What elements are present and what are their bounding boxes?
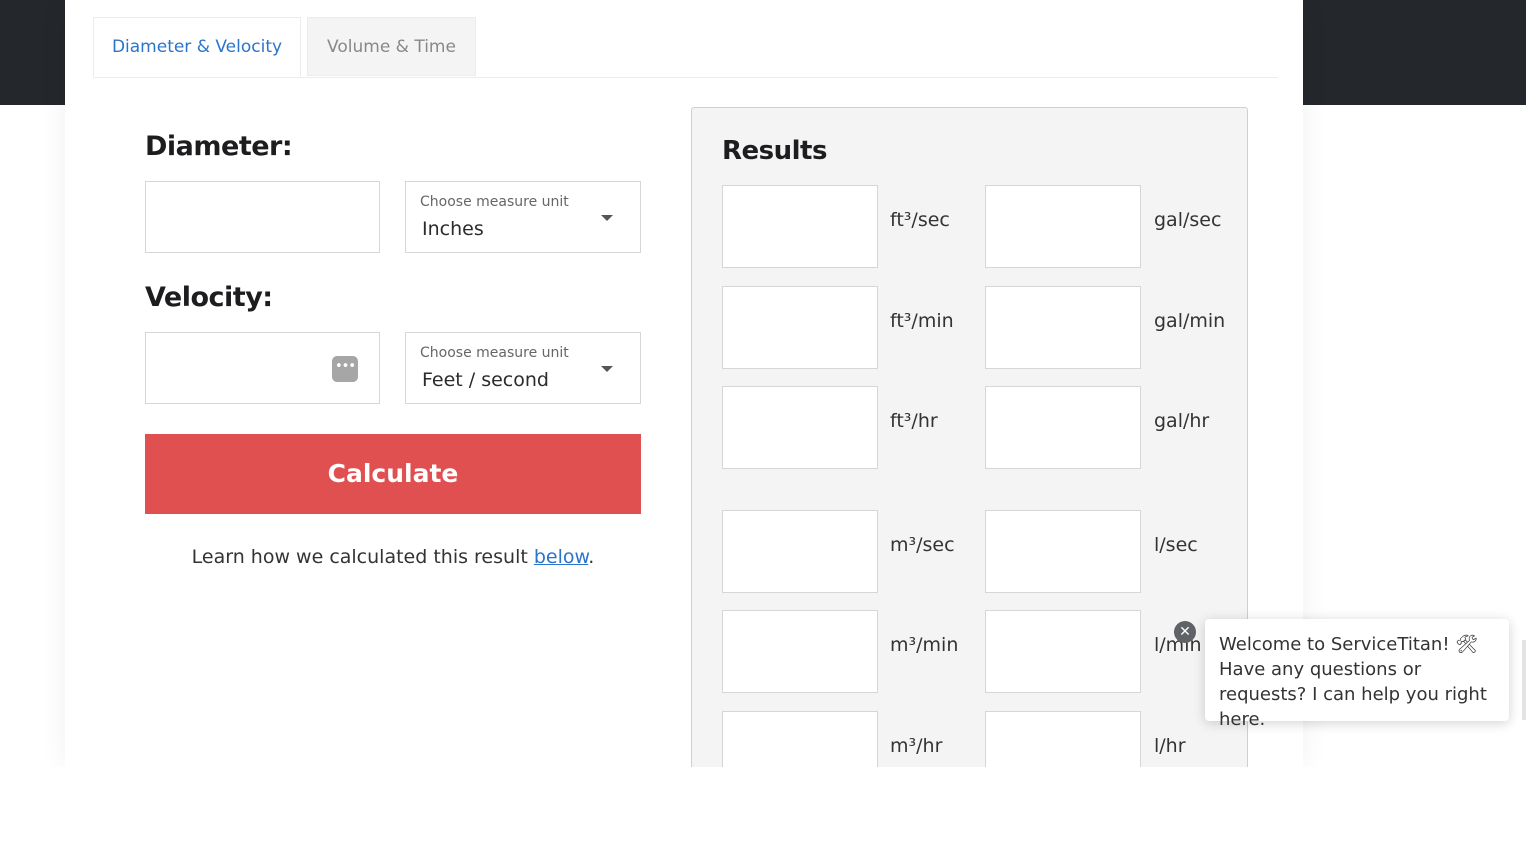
chat-launcher-edge[interactable] [1522, 640, 1526, 720]
chevron-down-icon [601, 215, 613, 221]
result-ft3-sec-field[interactable] [722, 185, 878, 268]
tab-diameter-velocity[interactable]: Diameter & Velocity [93, 17, 301, 77]
diameter-unit-value: Inches [422, 218, 484, 240]
calculator-card: Diameter & Velocity Volume & Time Diamet… [65, 0, 1303, 807]
diameter-label: Diameter: [145, 131, 293, 162]
result-m3-sec-field[interactable] [722, 510, 878, 593]
results-title: Results [722, 136, 827, 166]
unit-m3-hr: m³/hr [890, 735, 943, 757]
calculate-button[interactable]: Calculate [145, 434, 641, 514]
unit-gal-sec: gal/sec [1154, 209, 1222, 231]
tab-bar: Diameter & Velocity Volume & Time [93, 17, 1278, 78]
velocity-unit-value: Feet / second [422, 369, 549, 391]
learn-how-text: Learn how we calculated this result belo… [145, 546, 641, 568]
unit-ft3-sec: ft³/sec [890, 209, 950, 231]
unit-l-sec: l/sec [1154, 534, 1198, 556]
velocity-input[interactable]: ••• [145, 332, 380, 404]
results-panel: Results ft³/sec gal/sec ft³/min gal/min … [691, 107, 1248, 807]
chat-line-1: Welcome to ServiceTitan! 🛠 [1219, 634, 1479, 655]
diameter-unit-select[interactable]: Choose measure unit Inches [405, 181, 641, 253]
unit-m3-min: m³/min [890, 634, 959, 656]
unit-l-hr: l/hr [1154, 735, 1186, 757]
chat-welcome-bubble[interactable]: Welcome to ServiceTitan! 🛠 Have any ques… [1205, 619, 1509, 730]
result-ft3-min-field[interactable] [722, 286, 878, 369]
tab-volume-time[interactable]: Volume & Time [307, 17, 476, 76]
diameter-unit-caption: Choose measure unit [420, 194, 569, 210]
result-gal-sec-field[interactable] [985, 185, 1141, 268]
result-gal-min-field[interactable] [985, 286, 1141, 369]
learn-suffix: . [588, 546, 595, 568]
learn-prefix: Learn how we calculated this result [191, 546, 534, 568]
result-l-sec-field[interactable] [985, 510, 1141, 593]
below-link[interactable]: below [534, 546, 588, 568]
velocity-label: Velocity: [145, 282, 273, 313]
velocity-unit-caption: Choose measure unit [420, 345, 569, 361]
unit-ft3-hr: ft³/hr [890, 410, 938, 432]
password-dots-icon[interactable]: ••• [332, 356, 358, 382]
result-ft3-hr-field[interactable] [722, 386, 878, 469]
chevron-down-icon [601, 366, 613, 372]
unit-ft3-min: ft³/min [890, 310, 954, 332]
unit-m3-sec: m³/sec [890, 534, 955, 556]
diameter-input[interactable] [145, 181, 380, 253]
chat-line-2: Have any questions or requests? I can he… [1219, 659, 1487, 730]
page-bottom [0, 767, 1526, 842]
result-l-min-field[interactable] [985, 610, 1141, 693]
unit-gal-hr: gal/hr [1154, 410, 1210, 432]
velocity-unit-select[interactable]: Choose measure unit Feet / second [405, 332, 641, 404]
unit-gal-min: gal/min [1154, 310, 1226, 332]
close-icon[interactable]: ✕ [1174, 621, 1196, 643]
result-gal-hr-field[interactable] [985, 386, 1141, 469]
result-m3-min-field[interactable] [722, 610, 878, 693]
